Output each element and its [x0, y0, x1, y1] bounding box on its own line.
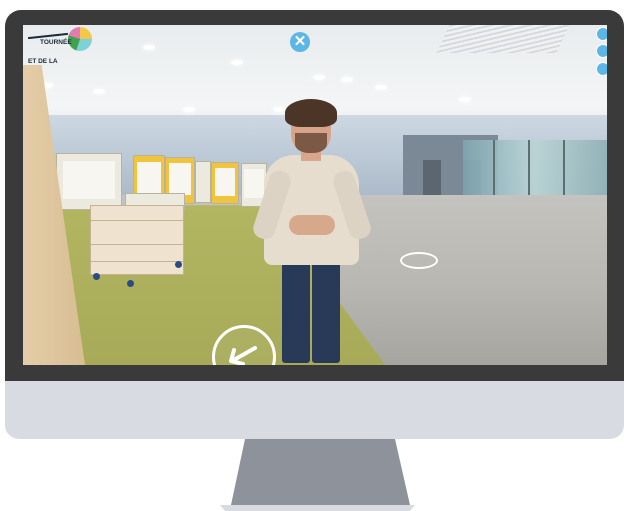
tour-logo: TOURNÉE ET DE LA	[26, 27, 96, 67]
logo-text-line1: TOURNÉE	[40, 39, 72, 46]
logo-text-line2: ET DE LA	[28, 58, 58, 65]
crate-wheel	[93, 273, 100, 280]
monitor-stand	[220, 439, 415, 511]
exhibit-panel	[211, 162, 239, 204]
ceiling-light	[459, 97, 471, 102]
ceiling-light	[313, 75, 325, 80]
share-icon[interactable]	[596, 62, 607, 76]
ceiling-light	[375, 85, 387, 90]
close-button[interactable]: ✕	[290, 32, 310, 52]
storage-crate	[90, 205, 184, 275]
ceiling-vent	[436, 25, 570, 53]
crate-wheel	[127, 280, 134, 287]
info-icon[interactable]	[596, 27, 607, 41]
exhibit-panel	[56, 153, 122, 210]
crate-wheel	[175, 261, 182, 268]
presenter-hair	[285, 99, 337, 127]
settings-icon[interactable]	[596, 44, 607, 58]
ceiling-light	[143, 45, 155, 50]
presenter-legs	[279, 253, 342, 365]
arrow-left-icon	[229, 346, 257, 365]
navigation-hotspot[interactable]	[400, 252, 438, 269]
monitor-chin	[5, 381, 624, 439]
ceiling-light	[341, 77, 353, 82]
virtual-tour-viewport[interactable]: TOURNÉE ET DE LA ✕	[23, 25, 607, 365]
ceiling-light	[183, 107, 195, 112]
presenter-beard	[295, 133, 327, 153]
ceiling-light	[231, 60, 243, 65]
ceiling-light	[273, 107, 285, 112]
exhibit-panel	[195, 161, 211, 203]
back-arrow-button[interactable]	[212, 325, 276, 365]
ceiling-light	[93, 89, 105, 94]
presenter-hands	[289, 215, 335, 235]
